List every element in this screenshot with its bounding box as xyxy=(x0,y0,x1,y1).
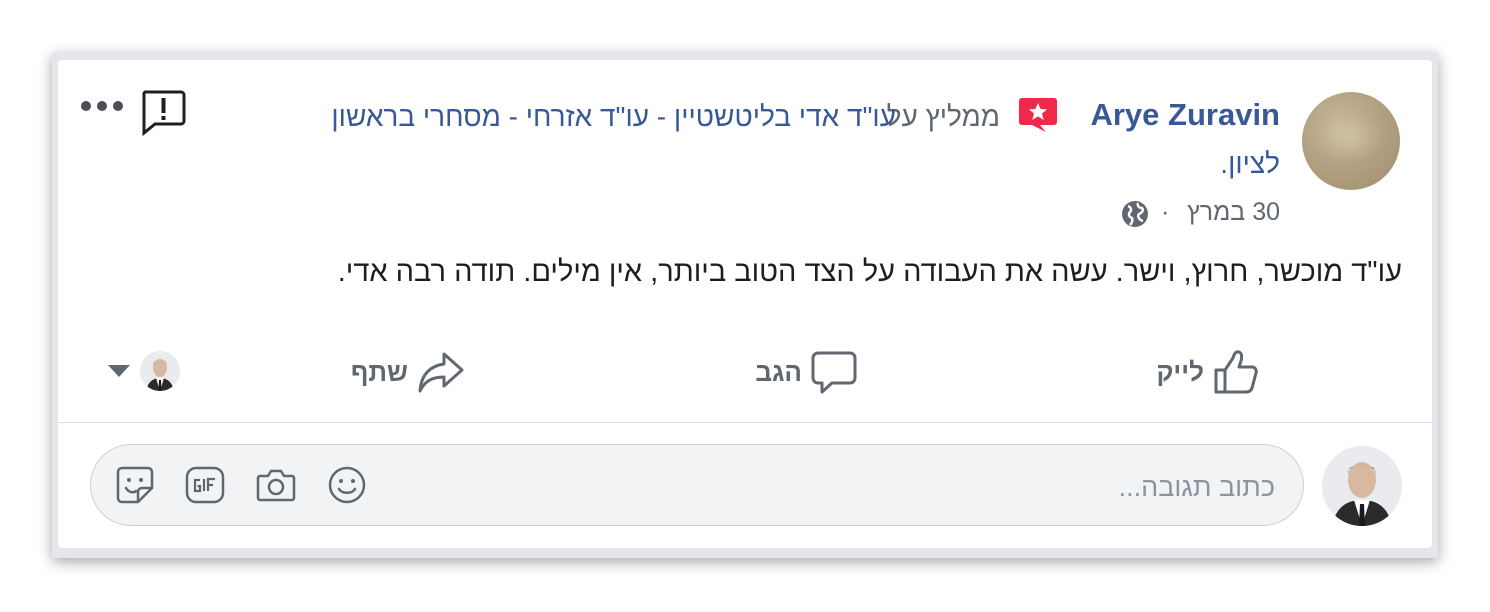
person-portrait-icon xyxy=(1322,446,1402,526)
business-link-continued[interactable]: לציון. xyxy=(1220,148,1280,180)
post-date[interactable]: 30 במרץ xyxy=(1187,198,1280,227)
share-label: שתף xyxy=(350,356,408,387)
like-label: לייק xyxy=(1156,356,1204,387)
globe-icon xyxy=(1122,201,1148,227)
comment-input[interactable] xyxy=(413,467,1277,507)
smiley-icon[interactable] xyxy=(326,464,368,506)
business-link[interactable]: עו"ד אדי בליטשטיין - עו"ד אזרחי - מסחרי … xyxy=(331,101,896,133)
report-exclamation-icon[interactable] xyxy=(139,88,187,136)
thumbs-up-icon xyxy=(1214,350,1258,394)
share-arrow-icon xyxy=(418,352,464,393)
divider xyxy=(58,422,1432,423)
comment-button[interactable]: הגב xyxy=(747,346,858,398)
speech-bubble-icon xyxy=(811,351,857,394)
review-text: עו"ד מוכשר, חרוץ, וישר. עשה את העבודה על… xyxy=(337,256,1402,288)
date-separator: · xyxy=(1161,198,1170,226)
camera-icon[interactable] xyxy=(255,464,297,506)
person-portrait-icon xyxy=(140,351,180,391)
author-avatar[interactable] xyxy=(1302,92,1400,190)
commenter-avatar[interactable] xyxy=(1322,446,1402,526)
star-speech-bubble-icon xyxy=(1019,98,1057,132)
sticker-icon[interactable] xyxy=(114,464,156,506)
like-button[interactable]: לייק xyxy=(1148,346,1260,398)
recommends-text: ממליץ על xyxy=(886,101,1000,132)
more-dots-icon[interactable] xyxy=(80,96,124,116)
author-name[interactable]: Arye Zuravin xyxy=(1090,97,1280,133)
share-button[interactable]: שתף xyxy=(343,346,466,398)
viewer-avatar-small[interactable] xyxy=(140,351,180,391)
comment-label: הגב xyxy=(755,356,802,387)
chevron-down-icon[interactable] xyxy=(108,365,130,377)
gif-icon[interactable] xyxy=(184,464,226,506)
